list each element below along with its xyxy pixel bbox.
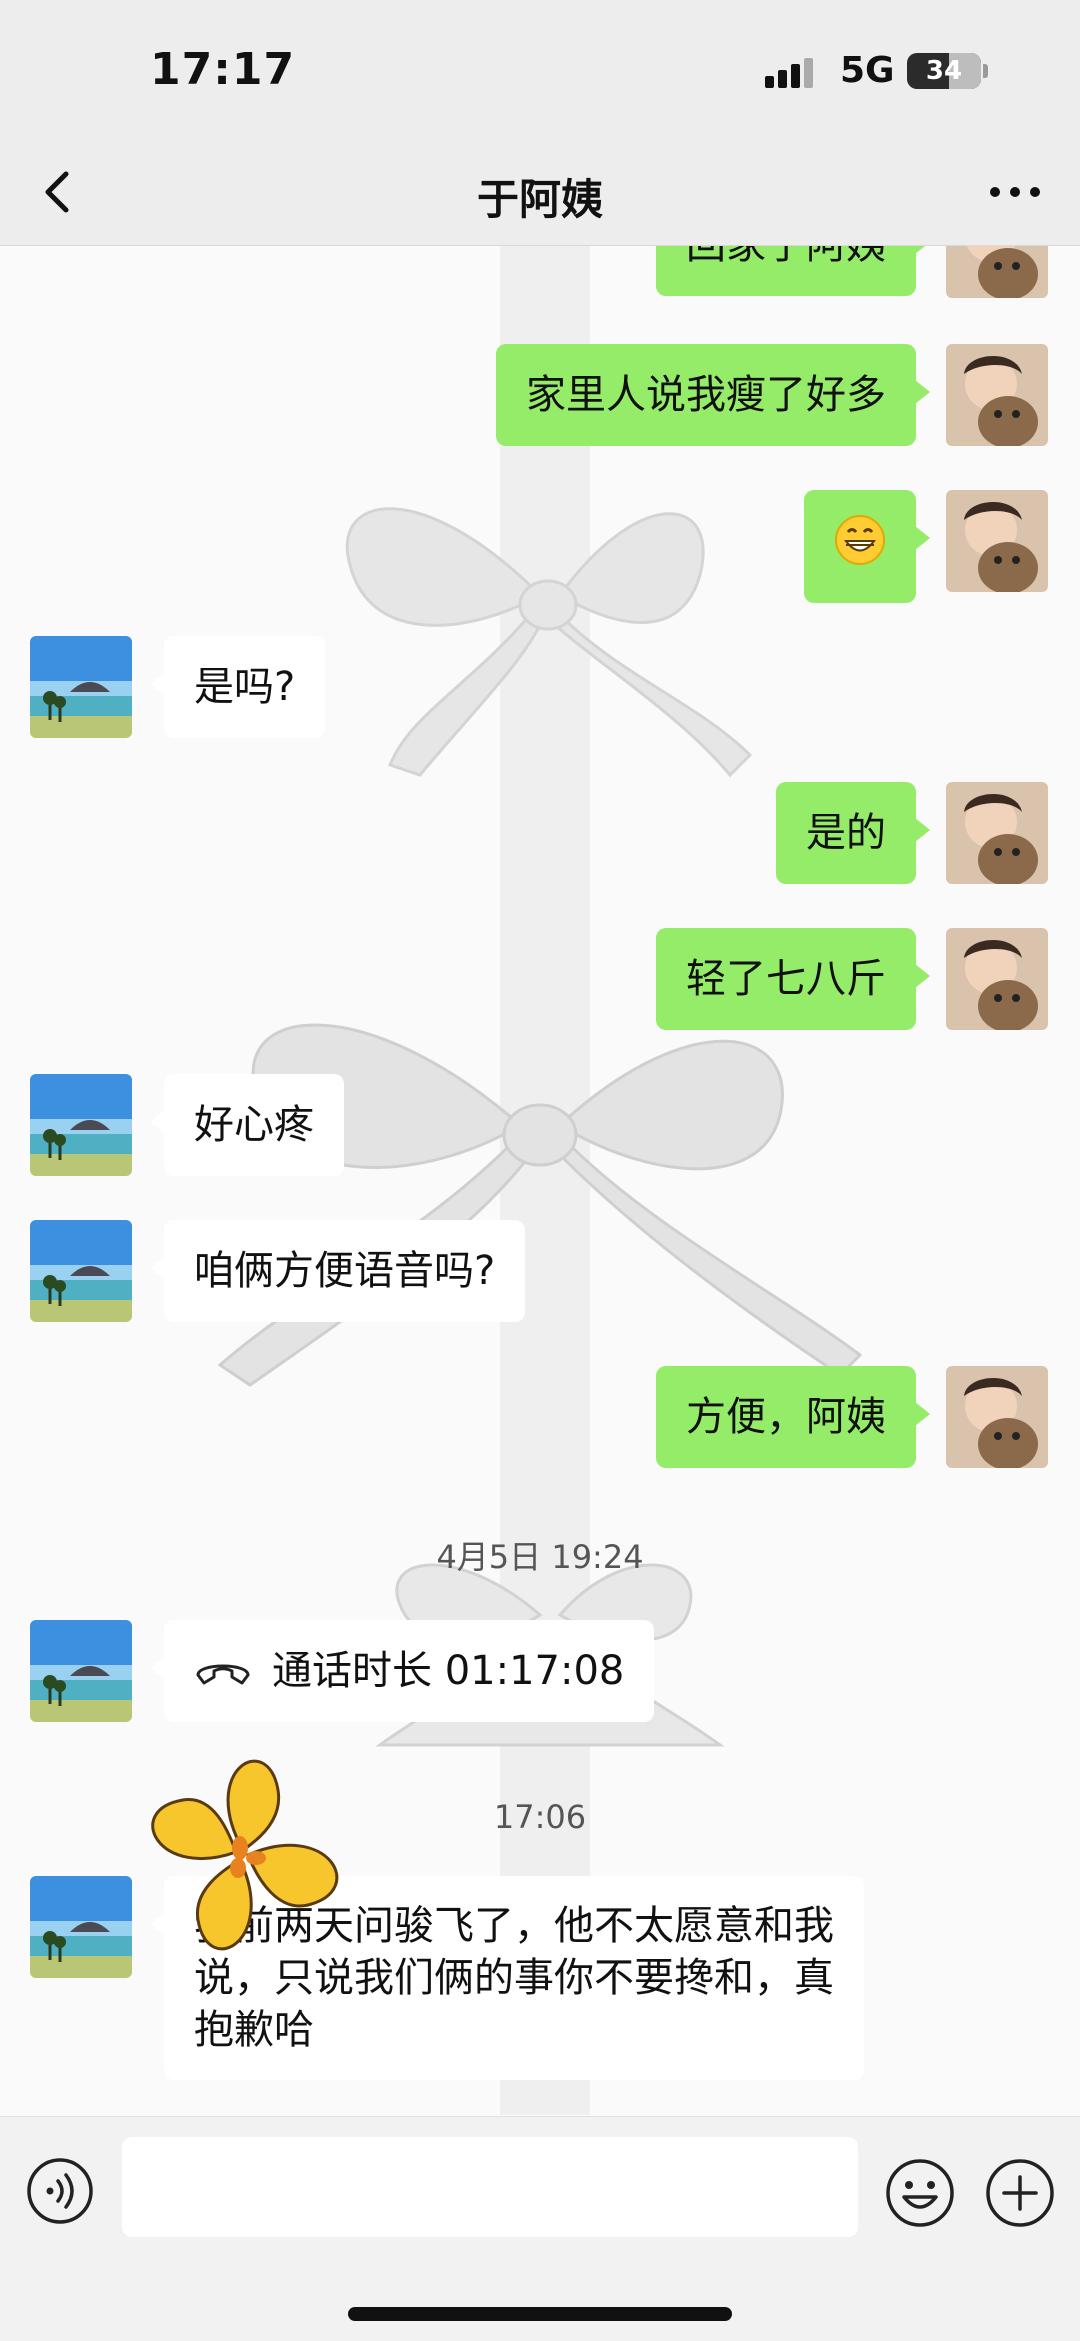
my-avatar[interactable] <box>946 246 1048 298</box>
call-record-bubble[interactable]: 通话时长 01:17:08 <box>149 1620 655 1722</box>
message-bubble[interactable]: 家里人说我瘦了好多 <box>496 344 930 446</box>
contact-avatar[interactable] <box>30 1876 132 1978</box>
message-bubble[interactable]: 轻了七八斤 <box>656 928 930 1030</box>
status-bar: 17:17 5G 34 <box>0 0 1080 140</box>
plus-icon[interactable] <box>984 2157 1056 2229</box>
message-bubble[interactable]: 好心疼 <box>150 1074 344 1176</box>
contact-avatar[interactable] <box>30 1220 132 1322</box>
message-bubble[interactable]: 是的 <box>776 782 930 884</box>
emoji-icon[interactable] <box>884 2157 956 2229</box>
chat-screen: 17:17 5G 34 于阿姨 回家了阿姨 <box>0 0 1080 2341</box>
timestamp: 4月5日 19:24 <box>436 1538 644 1576</box>
message-bubble[interactable]: 方便，阿姨 <box>656 1366 930 1468</box>
message-bubble[interactable]: 回家了阿姨 <box>656 246 930 296</box>
my-avatar[interactable] <box>946 928 1048 1030</box>
my-avatar[interactable] <box>946 1366 1048 1468</box>
signal-icon <box>765 58 813 88</box>
status-time: 17:17 <box>150 44 296 95</box>
network-type: 5G <box>840 50 895 91</box>
home-indicator[interactable] <box>348 2307 732 2321</box>
contact-avatar[interactable] <box>30 1620 132 1722</box>
flower-sticker <box>151 1759 339 1951</box>
battery-level: 34 <box>925 56 963 86</box>
message-bubble-emoji[interactable] <box>804 490 930 603</box>
chat-header: 于阿姨 <box>0 140 1080 246</box>
voice-icon[interactable] <box>26 2157 94 2225</box>
more-dots-icon[interactable] <box>980 162 1050 222</box>
battery-tip <box>983 64 988 78</box>
call-duration: 通话时长 01:17:08 <box>272 1648 625 1694</box>
contact-avatar[interactable] <box>30 1074 132 1176</box>
contact-name: 于阿姨 <box>476 175 603 224</box>
message-input[interactable] <box>122 2137 858 2237</box>
grin-emoji-icon <box>835 515 885 565</box>
my-avatar[interactable] <box>946 344 1048 446</box>
phone-icon <box>196 1664 250 1685</box>
message-bubble[interactable]: 咱俩方便语音吗? <box>149 1220 526 1322</box>
my-avatar[interactable] <box>946 782 1048 884</box>
my-avatar[interactable] <box>946 490 1048 592</box>
battery-icon: 34 <box>907 53 981 89</box>
contact-avatar[interactable] <box>30 636 132 738</box>
message-bubble[interactable]: 是吗? <box>149 636 326 738</box>
